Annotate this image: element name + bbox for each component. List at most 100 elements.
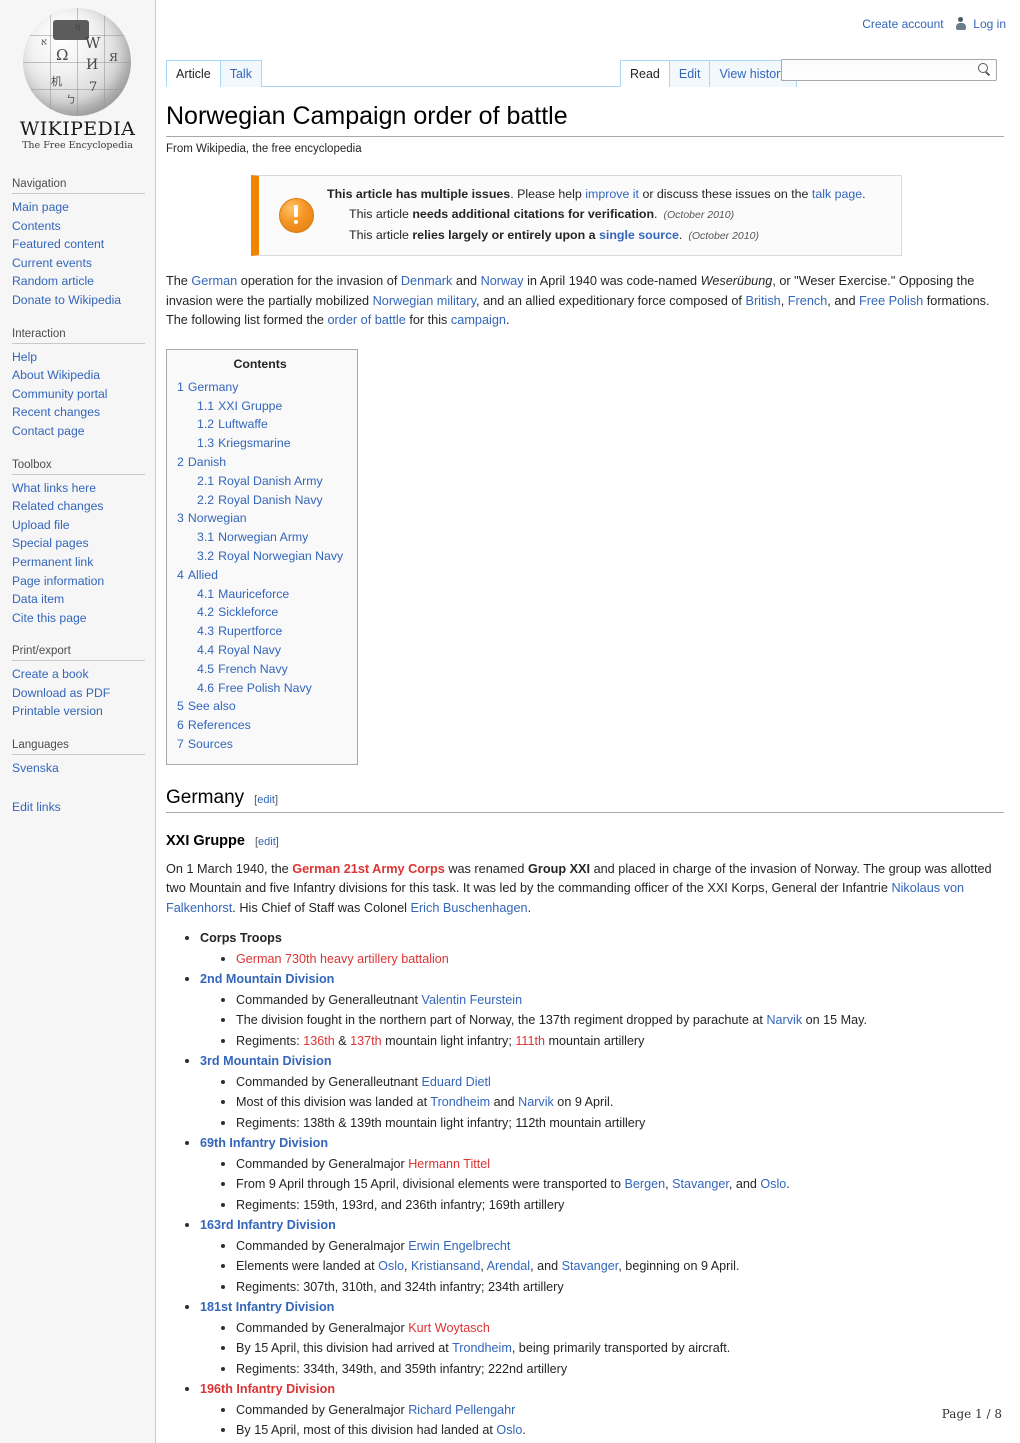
- log-in-link[interactable]: Log in: [973, 17, 1006, 31]
- toc-item-royal-danish-army[interactable]: 2.1 Royal Danish Army: [177, 472, 343, 491]
- toc-label[interactable]: Norwegian Army: [218, 530, 308, 544]
- toc-item-germany[interactable]: 1 Germany: [177, 378, 343, 397]
- narvik-link[interactable]: Narvik: [518, 1095, 554, 1109]
- sidebar-item-label[interactable]: Contents: [12, 219, 61, 233]
- toc-label[interactable]: XXI Gruppe: [218, 399, 282, 413]
- sidebar-item-cite-this-page[interactable]: Cite this page: [0, 609, 155, 628]
- sidebar-item-create-a-book[interactable]: Create a book: [0, 665, 155, 684]
- sidebar-item-label[interactable]: Create a book: [12, 667, 89, 681]
- german-730th-battalion-redlink[interactable]: German 730th heavy artillery battalion: [236, 952, 449, 966]
- tab-talk[interactable]: Talk: [219, 60, 262, 87]
- sidebar-item-permanent-link[interactable]: Permanent link: [0, 553, 155, 572]
- sidebar-item-label[interactable]: About Wikipedia: [12, 368, 100, 382]
- unit-title[interactable]: 196th Infantry Division: [200, 1382, 335, 1396]
- regiment-137th-redlink[interactable]: 137th: [350, 1034, 382, 1048]
- toc-item-luftwaffe[interactable]: 1.2 Luftwaffe: [177, 415, 343, 434]
- sidebar-item-label[interactable]: Featured content: [12, 237, 104, 251]
- toc-label[interactable]: Sources: [188, 737, 233, 751]
- toc-item-french-navy[interactable]: 4.5 French Navy: [177, 660, 343, 679]
- sidebar-item-label[interactable]: Special pages: [12, 536, 89, 550]
- trondheim-link[interactable]: Trondheim: [430, 1095, 490, 1109]
- edit-link[interactable]: edit: [258, 836, 276, 848]
- toc-label[interactable]: Free Polish Navy: [218, 681, 312, 695]
- denmark-link[interactable]: Denmark: [401, 274, 452, 288]
- toc-label[interactable]: Sickleforce: [218, 605, 278, 619]
- erich-buschenhagen-link[interactable]: Erich Buschenhagen: [410, 901, 527, 915]
- german-21st-army-corps-redlink[interactable]: German 21st Army Corps: [292, 862, 445, 876]
- sidebar-item-label[interactable]: Related changes: [12, 499, 103, 513]
- free-polish-link[interactable]: Free Polish: [859, 294, 923, 308]
- sidebar-item-label[interactable]: Community portal: [12, 387, 108, 401]
- toc-label[interactable]: French Navy: [218, 662, 288, 676]
- tab-read[interactable]: Read: [620, 60, 670, 87]
- toc-item-royal-danish-navy[interactable]: 2.2 Royal Danish Navy: [177, 491, 343, 510]
- sidebar-item-label[interactable]: Current events: [12, 256, 92, 270]
- sidebar-item-upload-file[interactable]: Upload file: [0, 516, 155, 535]
- sidebar-item-featured-content[interactable]: Featured content: [0, 235, 155, 254]
- edit-link[interactable]: edit: [257, 794, 275, 806]
- toc-label[interactable]: Rupertforce: [218, 624, 282, 638]
- toc-label[interactable]: Kriegsmarine: [218, 436, 290, 450]
- sidebar-item-svenska[interactable]: Svenska: [0, 759, 155, 778]
- oslo-link[interactable]: Oslo: [760, 1177, 786, 1191]
- sidebar-item-contents[interactable]: Contents: [0, 217, 155, 236]
- toc-label[interactable]: References: [188, 718, 251, 732]
- sidebar-item-label[interactable]: Download as PDF: [12, 686, 110, 700]
- sidebar-item-label[interactable]: Cite this page: [12, 611, 87, 625]
- sidebar-item-contact-page[interactable]: Contact page: [0, 422, 155, 441]
- german-link[interactable]: German: [191, 274, 237, 288]
- sidebar-item-main-page[interactable]: Main page: [0, 198, 155, 217]
- sidebar-item-community-portal[interactable]: Community portal: [0, 385, 155, 404]
- unit-title[interactable]: 69th Infantry Division: [200, 1136, 328, 1150]
- toc-item-references[interactable]: 6 References: [177, 716, 343, 735]
- trondheim-link[interactable]: Trondheim: [452, 1341, 512, 1355]
- french-link[interactable]: French: [788, 294, 828, 308]
- toc-label[interactable]: Royal Navy: [218, 643, 281, 657]
- valentin-feurstein-link[interactable]: Valentin Feurstein: [422, 993, 523, 1007]
- sidebar-item-data-item[interactable]: Data item: [0, 590, 155, 609]
- narvik-link[interactable]: Narvik: [766, 1013, 802, 1027]
- stavanger-link[interactable]: Stavanger: [672, 1177, 729, 1191]
- sidebar-item-label[interactable]: Data item: [12, 592, 64, 606]
- toc-label[interactable]: Royal Danish Army: [218, 474, 323, 488]
- toc-item-norwegian-army[interactable]: 3.1 Norwegian Army: [177, 528, 343, 547]
- toc-label[interactable]: Norwegian: [188, 511, 247, 525]
- regiment-111th-redlink[interactable]: 111th: [515, 1034, 545, 1048]
- toc-item-norwegian[interactable]: 3 Norwegian: [177, 509, 343, 528]
- sidebar-item-help[interactable]: Help: [0, 348, 155, 367]
- bergen-link[interactable]: Bergen: [625, 1177, 666, 1191]
- campaign-link[interactable]: campaign: [451, 313, 506, 327]
- toc-label[interactable]: Germany: [188, 380, 239, 394]
- toc-label[interactable]: See also: [188, 699, 236, 713]
- sidebar-item-label[interactable]: Permanent link: [12, 555, 93, 569]
- arendal-link[interactable]: Arendal: [487, 1259, 530, 1273]
- richard-pellengahr-link[interactable]: Richard Pellengahr: [408, 1403, 515, 1417]
- toc-label[interactable]: Luftwaffe: [218, 417, 268, 431]
- sidebar-item-label[interactable]: Main page: [12, 200, 69, 214]
- toc-item-kriegsmarine[interactable]: 1.3 Kriegsmarine: [177, 434, 343, 453]
- toc-item-see-also[interactable]: 5 See also: [177, 697, 343, 716]
- sidebar-item-donate[interactable]: Donate to Wikipedia: [0, 291, 155, 310]
- toc-label[interactable]: Danish: [188, 455, 226, 469]
- british-link[interactable]: British: [745, 294, 780, 308]
- tab-article[interactable]: Article: [166, 60, 221, 87]
- sidebar-item-label[interactable]: Svenska: [12, 761, 59, 775]
- kristiansand-link[interactable]: Kristiansand: [411, 1259, 480, 1273]
- sidebar-item-recent-changes[interactable]: Recent changes: [0, 403, 155, 422]
- sidebar-item-random-article[interactable]: Random article: [0, 272, 155, 291]
- sidebar-item-label[interactable]: Upload file: [12, 518, 70, 532]
- eduard-dietl-link[interactable]: Eduard Dietl: [422, 1075, 491, 1089]
- toc-label[interactable]: Royal Danish Navy: [218, 493, 323, 507]
- toc-item-rupertforce[interactable]: 4.3 Rupertforce: [177, 622, 343, 641]
- search-input[interactable]: [781, 59, 997, 81]
- unit-title[interactable]: 181st Infantry Division: [200, 1300, 334, 1314]
- toc-item-free-polish-navy[interactable]: 4.6 Free Polish Navy: [177, 679, 343, 698]
- oslo-link[interactable]: Oslo: [496, 1423, 522, 1437]
- improve-it-link[interactable]: improve it: [585, 187, 639, 201]
- stavanger-link[interactable]: Stavanger: [562, 1259, 619, 1273]
- kurt-woytasch-redlink[interactable]: Kurt Woytasch: [408, 1321, 490, 1335]
- toc-label[interactable]: Royal Norwegian Navy: [218, 549, 343, 563]
- sidebar-item-page-information[interactable]: Page information: [0, 572, 155, 591]
- talk-page-link[interactable]: talk page: [812, 187, 862, 201]
- edit-links-label[interactable]: Edit links: [12, 800, 61, 814]
